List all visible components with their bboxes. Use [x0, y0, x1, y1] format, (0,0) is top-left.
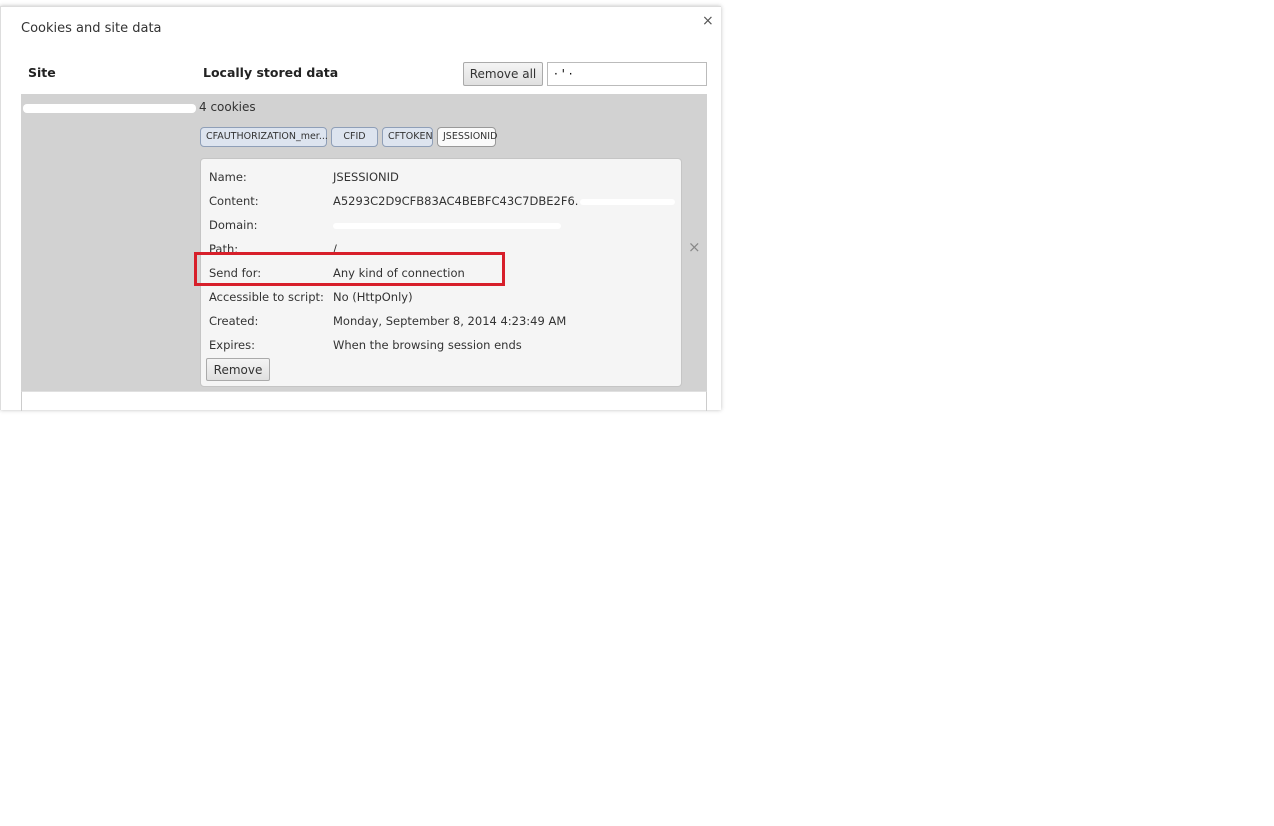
detail-label: Content: [209, 194, 259, 208]
site-name-redacted [23, 104, 196, 113]
detail-value: A5293C2D9CFB83AC4BEBFC43C7DBE2F6. [333, 194, 579, 208]
remove-all-button[interactable]: Remove all [463, 62, 543, 86]
cookie-count: 4 cookies [199, 100, 256, 114]
redacted-text [333, 222, 561, 229]
cookie-chip[interactable]: CFAUTHORIZATION_mer... [200, 127, 328, 147]
search-input[interactable] [547, 62, 707, 86]
cookie-chip[interactable]: CFID [331, 127, 378, 147]
site-row[interactable]: 4 cookies CFAUTHORIZATION_mer... CFID CF… [21, 94, 707, 391]
detail-label: Created: [209, 314, 259, 328]
detail-value: No (HttpOnly) [333, 290, 413, 304]
cookies-dialog: Cookies and site data × Site Locally sto… [0, 6, 721, 411]
detail-row-expires: Expires: When the browsing session ends [209, 338, 522, 352]
remove-cookie-button[interactable]: Remove [206, 358, 270, 381]
highlight-annotation [194, 252, 505, 286]
empty-site-row [21, 391, 707, 411]
cookie-chip-selected[interactable]: JSESSIONID [437, 127, 497, 147]
detail-label: Expires: [209, 338, 255, 352]
site-column-header: Site [28, 65, 56, 80]
dialog-title: Cookies and site data [21, 21, 162, 36]
detail-value: JSESSIONID [333, 170, 399, 184]
remove-site-icon[interactable]: × [688, 238, 701, 256]
cookie-chip[interactable]: CFTOKEN [382, 127, 433, 147]
detail-row-content: Content: A5293C2D9CFB83AC4BEBFC43C7DBE2F6… [209, 194, 676, 208]
detail-value: Monday, September 8, 2014 4:23:49 AM [333, 314, 567, 328]
detail-label: Domain: [209, 218, 258, 232]
detail-label: Name: [209, 170, 247, 184]
detail-row-created: Created: Monday, September 8, 2014 4:23:4… [209, 314, 566, 328]
detail-row-accessible: Accessible to script: No (HttpOnly) [209, 290, 413, 304]
cookie-chip-list: CFAUTHORIZATION_mer... CFID CFTOKEN JSES… [200, 127, 497, 147]
detail-label: Accessible to script: [209, 290, 324, 304]
close-icon[interactable]: × [702, 13, 714, 29]
detail-row-domain: Domain: [209, 218, 561, 232]
detail-value: When the browsing session ends [333, 338, 522, 352]
detail-row-name: Name: JSESSIONID [209, 170, 399, 184]
data-column-header: Locally stored data [203, 65, 339, 80]
redacted-text [580, 198, 676, 205]
